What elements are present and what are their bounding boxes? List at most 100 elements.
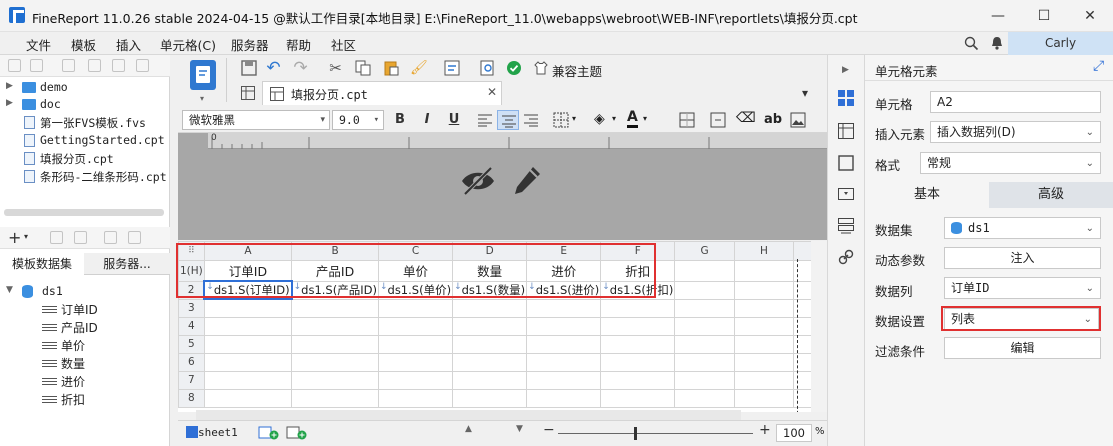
fill-color-icon[interactable]: ◈ [594,111,605,127]
text-wrap-button[interactable]: ab [764,112,782,127]
zoom-input[interactable]: 100 [776,424,812,442]
horizontal-scrollbar[interactable] [196,410,741,420]
tree-item-barcode[interactable]: 条形码-二维条形码.cpt [0,168,170,185]
zoom-slider-thumb[interactable] [634,427,637,440]
cell-g2[interactable] [674,280,735,300]
file-tab[interactable]: 填报分页.cpt ✕ [262,81,502,105]
scroll-left-icon[interactable]: ▲ [465,424,472,434]
menu-community[interactable]: 社区 [331,35,356,54]
condition-attribute-icon[interactable] [838,218,854,234]
hide-eye-icon[interactable] [459,165,497,197]
edit-filter-button[interactable]: 编辑 [944,337,1101,359]
cell-style-icon[interactable] [838,155,854,171]
row-header[interactable]: 6 [178,352,205,372]
tree-item-demo[interactable]: ▶ demo [0,79,170,96]
tree-item-fvs[interactable]: 第一张FVS模板.fvs [0,114,170,131]
search-icon[interactable] [964,36,979,51]
add-dashboard-sheet-icon[interactable] [286,426,308,440]
bold-button[interactable]: B [390,110,410,130]
cell-h2[interactable] [733,280,795,300]
cell-field[interactable]: A2 [930,91,1101,113]
inject-button[interactable]: 注入 [944,247,1101,269]
locate-icon[interactable] [30,59,43,72]
chevron-down-icon[interactable]: ▾ [24,232,28,241]
menu-insert[interactable]: 插入 [116,35,141,54]
data-column-select[interactable]: 订单ID ⌄ [944,277,1101,299]
grid-view-icon[interactable] [241,86,257,100]
menu-help[interactable]: 帮助 [286,35,311,54]
save-icon[interactable] [240,60,257,77]
zoom-out-icon[interactable]: − [543,422,555,438]
align-right-icon[interactable] [523,113,539,130]
font-family-select[interactable]: 微软雅黑 ▾ [182,110,330,130]
cell-g1[interactable] [674,260,735,282]
tab-server-dataset[interactable]: 服务器... [84,253,170,275]
merge-cells-icon[interactable] [679,112,695,131]
row-header[interactable]: 4 [178,316,205,336]
redo-icon[interactable]: ↷ [292,60,309,77]
italic-button[interactable]: I [417,110,437,130]
chevron-down-icon[interactable]: ▾ [572,114,576,123]
menu-file[interactable]: 文件 [26,35,51,54]
paste-icon[interactable] [382,60,399,77]
font-size-select[interactable]: 9.0 ▾ [332,110,384,130]
cell-element-icon[interactable] [838,90,854,106]
zoom-in-icon[interactable]: + [759,422,771,438]
template-settings-icon[interactable] [443,60,460,77]
preview-search-icon[interactable] [479,60,496,77]
tree-item-gettingstarted[interactable]: GettingStarted.cpt [0,132,170,149]
row-header[interactable]: 7 [178,370,205,390]
expand-arrow-icon[interactable]: ▶ [6,98,13,108]
close-tab-icon[interactable]: ✕ [487,85,497,99]
panel-pin-icon[interactable]: ⤢ [1093,58,1104,74]
new-template-button[interactable] [190,60,216,90]
collapse-arrow-icon[interactable]: ▼ [6,285,13,295]
format-painter-icon[interactable]: 🖌 [410,60,428,77]
chevron-down-icon[interactable]: ▾ [200,94,204,103]
edit-icon[interactable] [50,231,63,244]
expand-arrow-icon[interactable]: ▶ [6,81,13,91]
tab-list-icon[interactable]: ▾ [802,86,808,100]
align-center-button[interactable] [497,110,519,130]
cut-icon[interactable]: ✂ [327,60,344,77]
column-header[interactable]: H [733,241,795,261]
delete-icon[interactable] [74,231,87,244]
file-tree-scrollbar[interactable] [4,209,164,216]
minimize-button[interactable]: — [975,0,1021,32]
settings-icon[interactable] [88,59,101,72]
tab-template-dataset[interactable]: 模板数据集 [0,253,84,275]
chevron-down-icon[interactable]: ▾ [612,114,616,123]
lock-icon[interactable] [136,59,149,72]
text-color-button[interactable]: A [627,109,638,128]
add-report-sheet-icon[interactable] [258,426,280,440]
delete-icon[interactable] [112,59,125,72]
compat-theme-button[interactable]: 兼容主题 [552,61,602,80]
refresh-icon[interactable] [8,59,21,72]
close-button[interactable]: ✕ [1067,0,1113,32]
bell-icon[interactable] [990,36,1004,51]
user-account[interactable]: Carly [1008,32,1113,55]
sheet-image-icon[interactable] [790,112,806,131]
menu-template[interactable]: 模板 [71,35,96,54]
edit-pencil-icon[interactable] [513,164,543,196]
scroll-right-icon[interactable]: ▼ [516,424,523,434]
unmerge-cells-icon[interactable] [710,112,726,131]
undo-icon[interactable]: ↶ [265,60,282,77]
underline-button[interactable]: U [444,110,464,130]
maximize-button[interactable]: ☐ [1021,0,1067,32]
tab-basic[interactable]: 基本 [865,182,989,208]
add-dataset-icon[interactable]: + [8,228,21,247]
insert-element-select[interactable]: 插入数据列(D) ⌄ [930,121,1101,143]
row-header[interactable]: 3 [178,298,205,318]
template-info-icon[interactable] [62,59,75,72]
tree-item-fill-paging[interactable]: 填报分页.cpt [0,150,170,167]
clear-format-icon[interactable]: ⌫ [736,110,756,126]
menu-cell[interactable]: 单元格(C) [160,35,216,54]
tab-advanced[interactable]: 高级 [989,182,1113,208]
cell-h1[interactable] [733,260,795,282]
row-header[interactable]: 5 [178,334,205,354]
collapse-panel-icon[interactable]: ▶ [842,65,849,75]
hyperlink-icon[interactable] [838,249,854,265]
border-icon[interactable] [553,112,569,131]
chevron-down-icon[interactable]: ▾ [643,114,647,123]
